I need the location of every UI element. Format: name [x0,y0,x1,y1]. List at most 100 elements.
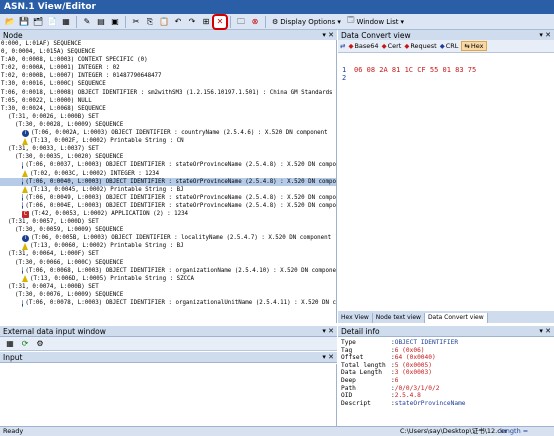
tree-node-label: T:06, 0:0018, L:0008) OBJECT IDENTIFIER … [1,89,337,96]
tree-node[interactable]: (T:31, 0:0057, L:000D) SET [0,218,336,226]
panel-pin-icon[interactable]: ▾ ✕ [322,31,334,40]
cut-icon[interactable]: ✂ [130,16,142,28]
tree-node[interactable]: (T:30, 0:0028, L:0009) SEQUENCE [0,121,336,129]
delete-node-icon[interactable]: ✕ [212,13,228,30]
tree-node[interactable]: (T:02, 0:003C, L:0002) INTEGER : 1234 [0,170,336,178]
document-icon[interactable]: 📄 [46,16,58,28]
save-icon[interactable]: 💾 [18,16,30,28]
info-icon: i [22,161,24,169]
hex-button[interactable]: ⇆ Hex [461,41,487,51]
stop-icon[interactable]: ⊗ [249,16,261,28]
insert-node-icon[interactable]: ⊞ [200,16,212,28]
save-all-icon[interactable]: 🗂 [32,16,44,28]
tree-node[interactable]: T:A0, 0:0008, L:0003) CONTEXT SPECIFIC (… [0,56,336,64]
tree-node[interactable]: T:30, 0:0024, L:0068) SEQUENCE [0,105,336,113]
tree-node-label: T:02, 0:000B, L:0007) INTEGER : 01487790… [1,73,162,80]
tree-node[interactable]: (T:31, 0:0026, L:000B) SET [0,113,336,121]
line-number: 2 [342,74,347,82]
data-convert-editor[interactable]: 1 06 08 2A 81 1C CF 55 01 83 75 2 [338,53,554,311]
request-button[interactable]: ◆ Request [404,42,436,50]
toolbar-separator [265,15,266,28]
line-number: 1 [342,66,347,74]
tree-node[interactable]: (T:13, 0:002F, L:0002) Printable String … [0,137,336,145]
tree-node[interactable]: (T:30, 0:0076, L:0009) SEQUENCE [0,291,336,299]
gear-icon: ⚙ [272,17,279,26]
tree-node[interactable]: i (T:06, 0:0049, L:0003) OBJECT IDENTIFIE… [0,194,336,202]
cert-button[interactable]: ◆ Cert [382,42,402,50]
tree-node[interactable]: i (T:06, 0:0040, L:0003) OBJECT IDENTIFIE… [0,177,336,186]
table-icon[interactable]: ▤ [95,16,107,28]
info-icon: i [22,178,24,186]
tree-node-label: (T:30, 0:0066, L:000C) SEQUENCE [15,259,124,266]
window-list-button[interactable]: 🗔 Window List ▾ [345,16,406,28]
tree-node-label: T:02, 0:000A, L:0001) INTEGER : 02 [1,65,120,72]
node-panel-title: Node [3,31,23,40]
tree-node[interactable]: (T:30, 0:0035, L:0020) SEQUENCE [0,153,336,161]
context-icon: C [22,210,29,218]
detail-value-wrap: 2.5.4.8 [395,392,421,400]
tree-node[interactable]: (T:13, 0:0060, L:0002) Printable String … [0,242,336,250]
request-label: Request [410,42,437,50]
paste-icon[interactable]: 📋 [158,16,170,28]
panel-icon[interactable]: ▣ [109,16,121,28]
tree-node[interactable]: i (T:06, 0:004E, L:0003) OBJECT IDENTIFIE… [0,202,336,210]
tree-node-label: (T:30, 0:0076, L:0009) SEQUENCE [15,291,124,298]
main-toolbar: 📂 💾 🗂 📄 ▦ ✎ ▤ ▣ ✂ ⎘ 📋 ↶ ↷ ⊞ ✕ 🗀 ⊗ ⚙ Disp… [0,13,554,30]
tree-node[interactable]: (T:31, 0:0033, L:0037) SET [0,145,336,153]
tree-node[interactable]: T:06, 0:0018, L:0008) OBJECT IDENTIFIER … [0,89,336,97]
tree-node[interactable]: i (T:06, 0:0068, L:0003) OBJECT IDENTIFIE… [0,267,336,275]
node-tree[interactable]: 0:000, L:01AF) SEQUENCE 0, 0:0004, L:015A… [0,40,337,323]
tree-node[interactable]: C (T:42, 0:0053, L:0002) APPLICATION (2) … [0,210,336,218]
open-folder-icon[interactable]: 📂 [4,16,16,28]
settings-icon[interactable]: ⚙ [34,338,46,350]
tree-node[interactable]: 0, 0:0004, L:015A) SEQUENCE [0,48,336,56]
redo-icon[interactable]: ↷ [186,16,198,28]
window-list-label: Window List [356,17,399,26]
copy-icon[interactable]: ⎘ [144,16,156,28]
tree-node[interactable]: i (T:06, 0:0037, L:0003) OBJECT IDENTIFIE… [0,161,336,169]
tree-node[interactable]: (T:13, 0:0045, L:0002) Printable String … [0,186,336,194]
detail-key: Descript [341,399,371,407]
tree-node[interactable]: (T:31, 0:0064, L:000F) SET [0,250,336,258]
tab-node-text-view[interactable]: Node text view [373,313,425,323]
panel-close-icon[interactable]: ▾ ✕ [322,353,334,362]
tree-node[interactable]: i (T:06, 0:002A, L:0003) OBJECT IDENTIFIE… [0,129,336,137]
tree-node-label: (T:06, 0:0078, L:0003) OBJECT IDENTIFIER… [25,300,337,306]
tree-node[interactable]: (T:30, 0:0066, L:000C) SEQUENCE [0,259,336,267]
detail-value: /0/0/3/1/0/2 [394,384,440,392]
refresh-icon[interactable]: ⟳ [19,338,31,350]
folder-icon[interactable]: 🗀 [235,16,247,28]
input-header: Input ▾ ✕ [0,352,337,363]
tree-node[interactable]: (T:13, 0:006D, L:0005) Printable String … [0,275,336,283]
base64-button[interactable]: ◆ Base64 [348,42,378,50]
undo-icon[interactable]: ↶ [172,16,184,28]
tree-node-label: T:30, 0:0016, L:000C) SEQUENCE [1,81,106,88]
panel-close-icon[interactable]: ▾ ✕ [322,327,334,336]
chevron-down-icon: ▾ [400,17,405,26]
detail-value-wrap: 3 (0x0003) [395,369,432,377]
tree-node[interactable]: i (T:06, 0:0078, L:0003) OBJECT IDENTIFIE… [0,299,336,307]
convert-icon[interactable]: ⇄ [340,42,345,50]
tree-node[interactable]: (T:31, 0:0074, L:000B) SET [0,283,336,291]
hex-content[interactable]: 06 08 2A 81 1C CF 55 01 83 75 [354,66,476,74]
tree-node[interactable]: T:05, 0:0022, L:0000) NULL [0,97,336,105]
tree-node[interactable]: T:02, 0:000B, L:0007) INTEGER : 01487790… [0,72,336,80]
crl-button[interactable]: ◆ CRL [440,42,459,50]
panel-close-icon[interactable]: ▾ ✕ [539,31,551,40]
tree-node[interactable]: T:30, 0:0016, L:000C) SEQUENCE [0,80,336,88]
grid-icon[interactable]: ▦ [60,16,72,28]
input-textarea[interactable] [0,364,337,426]
display-options-button[interactable]: ⚙ Display Options ▾ [270,16,343,28]
tab-data-convert-view[interactable]: Data Convert view [424,313,488,323]
edit-pencil-icon[interactable]: ✎ [81,16,93,28]
tree-node-label: (T:06, 0:004E, L:0003) OBJECT IDENTIFIER… [25,202,337,209]
panel-close-icon[interactable]: ▾ ✕ [539,327,551,336]
grid-icon[interactable]: ▦ [4,338,16,350]
tree-node[interactable]: i (T:06, 0:005B, L:0003) OBJECT IDENTIFIE… [0,234,336,242]
bottom-tabs: Hex View Node text view Data Convert vie… [338,311,554,323]
tree-node[interactable]: 0:000, L:01AF) SEQUENCE [0,40,336,48]
tree-node[interactable]: T:02, 0:000A, L:0001) INTEGER : 02 [0,64,336,72]
tree-node[interactable]: (T:30, 0:0059, L:0009) SEQUENCE [0,226,336,234]
request-icon: ◆ [404,42,410,50]
tab-hex-view[interactable]: Hex View [338,313,373,323]
